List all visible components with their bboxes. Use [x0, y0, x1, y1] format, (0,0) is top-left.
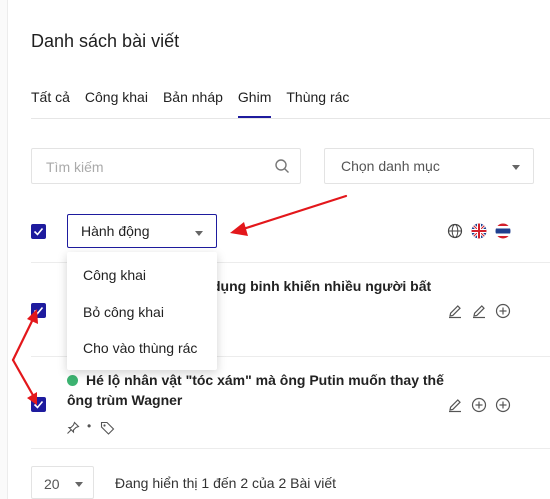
search-input[interactable]: Tìm kiếm	[31, 148, 301, 184]
edit-icon[interactable]	[471, 303, 487, 319]
tab-public[interactable]: Công khai	[85, 88, 148, 118]
annotation-arrows	[11, 194, 348, 405]
tab-trash[interactable]: Thùng rác	[286, 88, 349, 118]
post-title-continued[interactable]: ông trùm Wagner	[67, 390, 182, 410]
chevron-down-icon	[512, 165, 520, 170]
bulk-action-label: Hành động	[81, 223, 150, 239]
post-checkbox[interactable]	[31, 397, 46, 412]
post-title[interactable]: dụng binh khiến nhiều người bất	[212, 276, 431, 296]
dropdown-item-publish[interactable]: Công khai	[83, 267, 146, 283]
tag-icon[interactable]	[100, 421, 115, 435]
search-icon[interactable]	[274, 158, 290, 174]
page-title: Danh sách bài viết	[31, 31, 180, 51]
edit-icon[interactable]	[447, 303, 463, 319]
tab-draft[interactable]: Bản nháp	[163, 88, 223, 118]
tab-all[interactable]: Tất cả	[31, 88, 70, 118]
post-title[interactable]: Hé lộ nhân vật "tóc xám" mà ông Putin mu…	[86, 370, 444, 390]
dropdown-item-unpublish[interactable]: Bỏ công khai	[83, 304, 164, 320]
tab-bar: Tất cả Công khai Bản nháp Ghim Thùng rác	[31, 88, 364, 118]
bulk-action-dropdown: Công khai Bỏ công khai Cho vào thùng rác	[67, 252, 217, 370]
meta-separator: •	[87, 419, 92, 433]
flag-uk-icon[interactable]	[471, 223, 487, 239]
add-circle-icon[interactable]	[495, 397, 511, 413]
tabs-divider	[31, 118, 550, 119]
edit-icon[interactable]	[447, 397, 463, 413]
page-size-select[interactable]: 20	[31, 466, 94, 499]
dropdown-item-move-to-trash[interactable]: Cho vào thùng rác	[83, 340, 197, 356]
add-circle-icon[interactable]	[471, 397, 487, 413]
search-placeholder: Tìm kiếm	[46, 159, 104, 175]
left-sidebar-edge	[0, 0, 8, 499]
post-checkbox[interactable]	[31, 303, 46, 318]
tab-pinned[interactable]: Ghim	[237, 88, 272, 118]
globe-icon[interactable]	[447, 223, 463, 239]
add-circle-icon[interactable]	[495, 303, 511, 319]
chevron-down-icon	[75, 482, 83, 487]
chevron-down-icon	[195, 231, 203, 236]
flag-th-icon[interactable]	[495, 223, 511, 239]
pagination-summary: Đang hiển thị 1 đến 2 của 2 Bài viết	[115, 475, 337, 491]
row-divider	[31, 448, 550, 449]
bulk-action-select[interactable]: Hành động	[67, 214, 217, 248]
select-all-checkbox[interactable]	[31, 224, 46, 239]
category-select[interactable]: Chọn danh mục	[324, 148, 534, 184]
status-dot	[67, 375, 78, 386]
page-size-value: 20	[44, 476, 60, 492]
category-select-label: Chọn danh mục	[341, 158, 440, 174]
pin-icon[interactable]	[66, 421, 80, 435]
